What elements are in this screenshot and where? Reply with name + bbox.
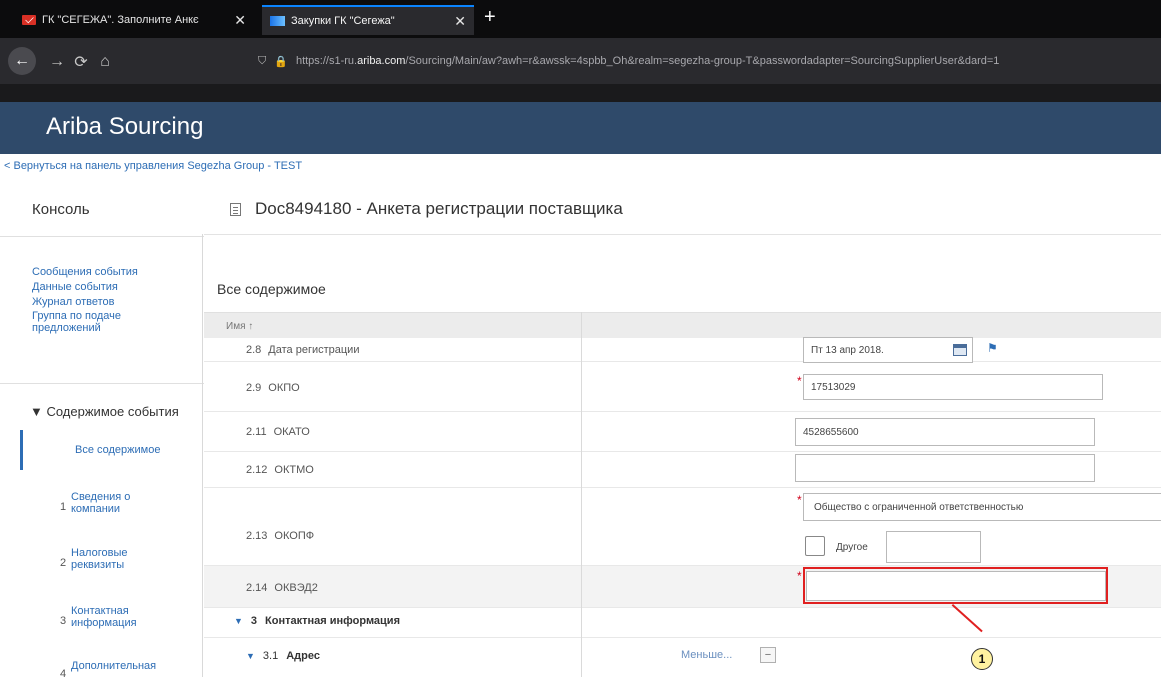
document-icon: [230, 202, 241, 216]
home-icon[interactable]: ⌂: [92, 49, 118, 75]
column-header-name[interactable]: Имя ↑: [226, 321, 253, 332]
new-tab-button[interactable]: +: [484, 6, 496, 29]
back-to-dashboard-link[interactable]: < Вернуться на панель управления Segezha…: [4, 160, 302, 172]
sidebar-item-company-info[interactable]: 1 Сведения о компании: [16, 487, 202, 527]
sidebar-item-all-content[interactable]: Все содержимое: [20, 430, 202, 470]
close-icon[interactable]: ✕: [234, 12, 246, 29]
sidebar-item-additional[interactable]: 4 Дополнительная: [16, 657, 202, 680]
content-heading: Все содержимое: [217, 281, 326, 297]
highlight-box: [803, 567, 1108, 604]
sidebar-links: Сообщения события Данные события Журнал …: [32, 265, 138, 335]
close-icon[interactable]: ✕: [454, 13, 466, 30]
forward-arrow-icon[interactable]: →: [44, 49, 70, 75]
required-marker: *: [797, 569, 802, 583]
other-input[interactable]: [886, 531, 981, 563]
browser-tab-ariba[interactable]: Закупки ГК "Сегежа" ✕: [262, 5, 474, 35]
browser-tab-bar: ГК "СЕГЕЖА". Заполните Анкє ✕ Закупки ГК…: [0, 0, 1161, 38]
registration-date-field[interactable]: Пт 13 апр 2018.: [803, 337, 973, 363]
lock-icon: 🔒: [274, 55, 288, 68]
less-link[interactable]: Меньше...: [681, 649, 732, 661]
divider: [204, 234, 1161, 235]
sidebar-link-response-log[interactable]: Журнал ответов: [32, 295, 138, 309]
url-text: https://s1-ru.ariba.com/Sourcing/Main/aw…: [295, 55, 1000, 67]
other-checkbox[interactable]: [805, 536, 825, 556]
sidebar-link-event-data[interactable]: Данные события: [32, 280, 138, 294]
pin-icon[interactable]: ⚑: [987, 341, 998, 355]
divider: [0, 236, 204, 237]
event-content-section[interactable]: ▼ Содержимое события: [30, 404, 179, 419]
section-address[interactable]: ▼ 3.1 Адрес: [246, 650, 320, 662]
column-divider: [581, 312, 582, 677]
table-row: [204, 608, 1161, 638]
console-title: Консоль: [32, 201, 90, 218]
shield-icon: ⛉: [258, 54, 267, 67]
tab-title: ГК "СЕГЕЖА". Заполните Анкє: [42, 14, 199, 26]
okopf-select[interactable]: Общество с ограниченной ответственностью: [803, 493, 1161, 521]
sap-icon: [270, 16, 285, 26]
back-arrow-icon[interactable]: ←: [8, 47, 36, 75]
okpo-field[interactable]: 17513029: [803, 374, 1103, 400]
okato-field[interactable]: 4528655600: [795, 418, 1095, 446]
required-marker: *: [797, 374, 802, 388]
oktmo-field[interactable]: [795, 454, 1095, 482]
gmail-icon: [22, 15, 36, 25]
table-header: Имя ↑: [204, 312, 1161, 338]
sidebar-item-tax-details[interactable]: 2 Налоговые реквизиты: [16, 543, 202, 583]
other-label: Другое: [836, 542, 868, 553]
table-row: 2.8 Дата регистрации: [204, 338, 1161, 362]
collapse-button[interactable]: −: [760, 647, 776, 663]
browser-tab-gmail[interactable]: ГК "СЕГЕЖА". Заполните Анкє ✕: [14, 5, 254, 35]
sidebar-link-bid-team[interactable]: Группа по подаче предложений: [32, 310, 138, 334]
callout-badge: 1: [971, 648, 993, 670]
divider: [0, 383, 204, 384]
reload-icon[interactable]: ⟳: [68, 49, 94, 75]
sidebar-link-messages[interactable]: Сообщения события: [32, 265, 138, 279]
page-title: Doc8494180 - Анкета регистрации поставщи…: [230, 199, 623, 219]
required-marker: *: [797, 493, 802, 507]
address-bar[interactable]: ⛉ 🔒 https://s1-ru.ariba.com/Sourcing/Mai…: [246, 46, 1161, 76]
browser-nav-bar: ← → ⟳ ⌂ ⛉ 🔒 https://s1-ru.ariba.com/Sour…: [0, 38, 1161, 84]
toolbar-band: [0, 84, 1161, 102]
calendar-icon[interactable]: [953, 344, 967, 356]
app-header: Ariba Sourcing: [0, 102, 1161, 154]
sidebar-item-contact-info[interactable]: 3 Контактная информация: [16, 601, 202, 641]
sidebar-border: [202, 234, 203, 677]
tab-title: Закупки ГК "Сегежа": [291, 15, 395, 27]
app-title: Ariba Sourcing: [46, 113, 204, 140]
triangle-down-icon: ▼: [246, 651, 255, 661]
